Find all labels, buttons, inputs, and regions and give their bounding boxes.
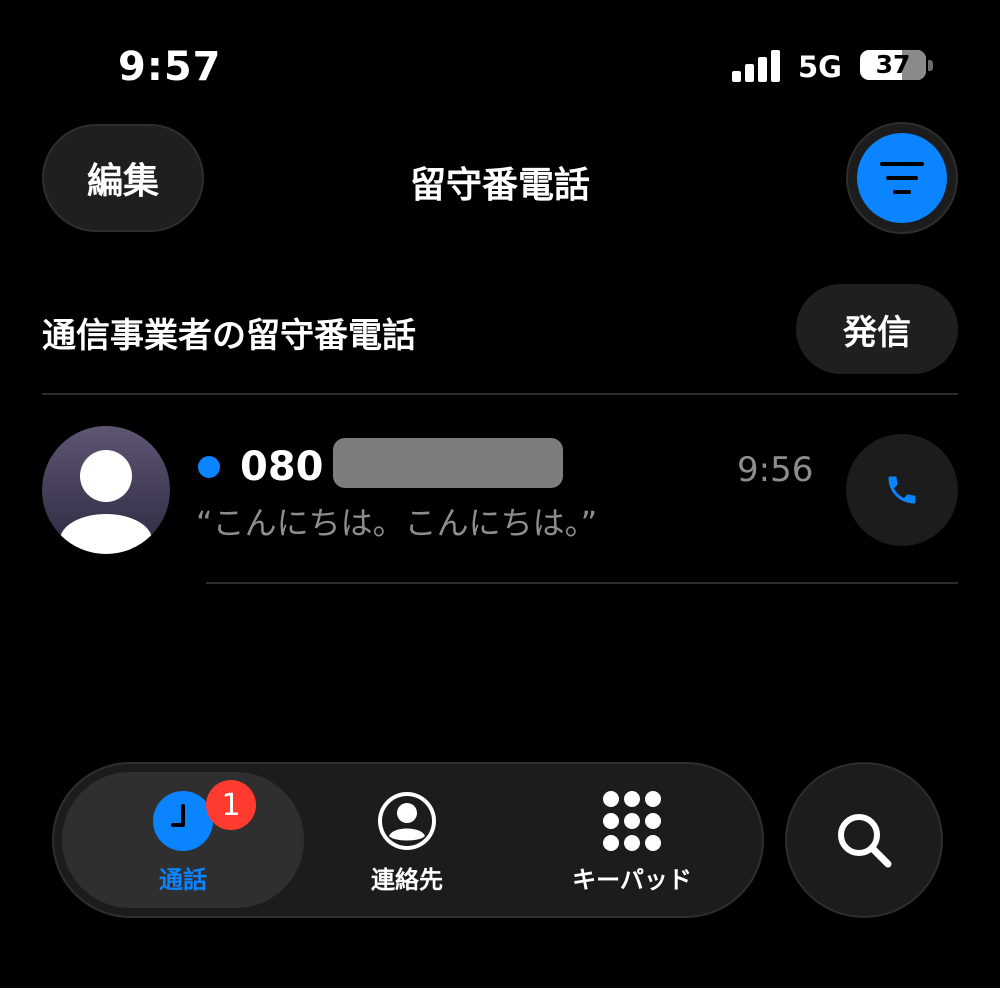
notification-badge: 1	[206, 780, 256, 830]
call-back-button[interactable]	[846, 434, 958, 546]
phone-icon	[888, 476, 916, 504]
voicemail-time: 9:56	[737, 450, 814, 490]
clock-icon	[153, 791, 213, 851]
keypad-icon	[603, 791, 661, 851]
unread-dot	[198, 456, 220, 478]
tab-contacts[interactable]: 連絡先	[327, 790, 487, 900]
edit-button[interactable]: 編集	[42, 124, 204, 232]
filter-lines-icon	[880, 162, 924, 194]
divider	[206, 582, 958, 584]
search-button[interactable]	[785, 762, 943, 918]
voicemail-transcript[interactable]: “こんにちは。こんにちは。”	[196, 498, 597, 544]
person-silhouette-icon	[60, 450, 152, 554]
filter-button[interactable]	[857, 133, 947, 223]
section-title: 通信事業者の留守番電話	[42, 316, 416, 356]
battery-tip	[928, 60, 933, 71]
tab-keypad[interactable]: キーパッド	[552, 790, 712, 900]
avatar[interactable]	[42, 426, 170, 554]
divider	[42, 393, 958, 395]
battery-percent: 37	[875, 50, 911, 79]
network-type: 5G	[798, 50, 842, 84]
caller-number[interactable]: 080	[240, 444, 324, 490]
call-voicemail-button[interactable]: 発信	[796, 284, 958, 374]
tab-label: 連絡先	[371, 866, 443, 894]
redacted-number-block	[333, 438, 563, 488]
person-circle-icon	[378, 792, 436, 850]
tab-label: 通話	[159, 866, 207, 894]
tab-label: キーパッド	[572, 866, 692, 894]
cellular-signal-icon	[732, 50, 782, 82]
battery-icon: 37	[860, 50, 926, 80]
search-icon	[838, 814, 892, 868]
status-time: 9:57	[118, 44, 222, 90]
page-title: 留守番電話	[409, 165, 590, 206]
